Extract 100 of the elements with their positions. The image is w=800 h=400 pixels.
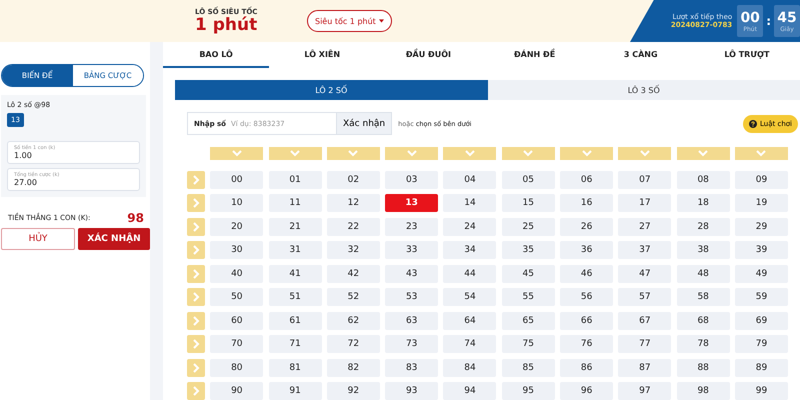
number-cell[interactable]: 28 [676, 218, 730, 236]
number-cell[interactable]: 61 [268, 312, 322, 330]
number-cell[interactable]: 30 [210, 241, 264, 259]
number-cell[interactable]: 99 [734, 382, 788, 400]
number-cell[interactable]: 48 [676, 264, 730, 282]
column-select-button[interactable] [734, 147, 788, 160]
number-cell[interactable]: 04 [443, 170, 496, 188]
number-cell[interactable]: 60 [210, 312, 264, 330]
number-cell[interactable]: 22 [326, 218, 380, 236]
number-cell[interactable]: 80 [210, 358, 264, 376]
row-select-button[interactable] [187, 218, 205, 236]
number-cell[interactable]: 64 [443, 312, 496, 330]
number-cell[interactable]: 13 [385, 194, 438, 212]
number-cell[interactable]: 88 [676, 358, 730, 376]
number-cell[interactable]: 70 [210, 335, 264, 353]
mode-dropdown[interactable]: Siêu tốc 1 phút [307, 10, 392, 32]
column-select-button[interactable] [268, 147, 322, 160]
number-cell[interactable]: 54 [443, 288, 496, 306]
number-cell[interactable]: 62 [326, 312, 380, 330]
number-cell[interactable]: 87 [618, 358, 672, 376]
number-cell[interactable]: 29 [734, 218, 788, 236]
number-cell[interactable]: 36 [560, 241, 614, 259]
row-select-button[interactable] [187, 241, 205, 259]
sub-tab[interactable]: LÔ 3 SỐ [488, 80, 800, 100]
number-cell[interactable]: 23 [385, 218, 438, 236]
number-cell[interactable]: 41 [268, 264, 322, 282]
number-cell[interactable]: 56 [560, 288, 614, 306]
number-cell[interactable]: 50 [210, 288, 264, 306]
number-cell[interactable]: 85 [502, 358, 555, 376]
number-cell[interactable]: 72 [326, 335, 380, 353]
row-select-button[interactable] [187, 288, 205, 306]
number-cell[interactable]: 82 [326, 358, 380, 376]
number-cell[interactable]: 39 [734, 241, 788, 259]
number-cell[interactable]: 49 [734, 264, 788, 282]
number-cell[interactable]: 21 [268, 218, 322, 236]
row-select-button[interactable] [187, 194, 205, 212]
number-cell[interactable]: 53 [385, 288, 438, 306]
number-cell[interactable]: 02 [326, 170, 380, 188]
number-cell[interactable]: 98 [676, 382, 730, 400]
column-select-button[interactable] [326, 147, 380, 160]
number-cell[interactable]: 79 [734, 335, 788, 353]
number-cell[interactable]: 03 [385, 170, 438, 188]
number-cell[interactable]: 71 [268, 335, 322, 353]
number-cell[interactable]: 00 [210, 170, 264, 188]
number-cell[interactable]: 43 [385, 264, 438, 282]
number-cell[interactable]: 93 [385, 382, 438, 400]
number-cell[interactable]: 65 [502, 312, 555, 330]
column-select-button[interactable] [676, 147, 730, 160]
row-select-button[interactable] [187, 170, 205, 188]
number-cell[interactable]: 47 [618, 264, 672, 282]
number-cell[interactable]: 77 [618, 335, 672, 353]
number-cell[interactable]: 95 [502, 382, 555, 400]
column-select-button[interactable] [560, 147, 614, 160]
number-cell[interactable]: 68 [676, 312, 730, 330]
number-cell[interactable]: 92 [326, 382, 380, 400]
number-cell[interactable]: 24 [443, 218, 496, 236]
number-cell[interactable]: 74 [443, 335, 496, 353]
number-cell[interactable]: 11 [268, 194, 322, 212]
number-cell[interactable]: 16 [560, 194, 614, 212]
number-cell[interactable]: 31 [268, 241, 322, 259]
number-cell[interactable]: 90 [210, 382, 264, 400]
number-cell[interactable]: 42 [326, 264, 380, 282]
number-cell[interactable]: 35 [502, 241, 555, 259]
number-cell[interactable]: 81 [268, 358, 322, 376]
number-cell[interactable]: 55 [502, 288, 555, 306]
number-cell[interactable]: 52 [326, 288, 380, 306]
column-select-button[interactable] [443, 147, 496, 160]
column-select-button[interactable] [502, 147, 555, 160]
column-select-button[interactable] [385, 147, 438, 160]
number-cell[interactable]: 51 [268, 288, 322, 306]
row-select-button[interactable] [187, 264, 205, 282]
number-cell[interactable]: 91 [268, 382, 322, 400]
number-cell[interactable]: 17 [618, 194, 672, 212]
number-cell[interactable]: 14 [443, 194, 496, 212]
number-cell[interactable]: 76 [560, 335, 614, 353]
number-cell[interactable]: 67 [618, 312, 672, 330]
number-cell[interactable]: 96 [560, 382, 614, 400]
number-cell[interactable]: 06 [560, 170, 614, 188]
cancel-button[interactable]: HỦY [1, 228, 75, 250]
number-cell[interactable]: 12 [326, 194, 380, 212]
column-select-button[interactable] [618, 147, 672, 160]
number-cell[interactable]: 46 [560, 264, 614, 282]
number-cell[interactable]: 37 [618, 241, 672, 259]
number-cell[interactable]: 63 [385, 312, 438, 330]
number-cell[interactable]: 57 [618, 288, 672, 306]
number-cell[interactable]: 40 [210, 264, 264, 282]
row-select-button[interactable] [187, 312, 205, 330]
number-cell[interactable]: 05 [502, 170, 555, 188]
number-cell[interactable]: 10 [210, 194, 264, 212]
number-cell[interactable]: 26 [560, 218, 614, 236]
number-cell[interactable]: 20 [210, 218, 264, 236]
number-cell[interactable]: 32 [326, 241, 380, 259]
number-cell[interactable]: 01 [268, 170, 322, 188]
number-cell[interactable]: 15 [502, 194, 555, 212]
confirm-button[interactable]: XÁC NHẬN [78, 228, 150, 250]
number-cell[interactable]: 59 [734, 288, 788, 306]
number-cell[interactable]: 94 [443, 382, 496, 400]
number-cell[interactable]: 19 [734, 194, 788, 212]
number-cell[interactable]: 34 [443, 241, 496, 259]
number-cell[interactable]: 75 [502, 335, 555, 353]
